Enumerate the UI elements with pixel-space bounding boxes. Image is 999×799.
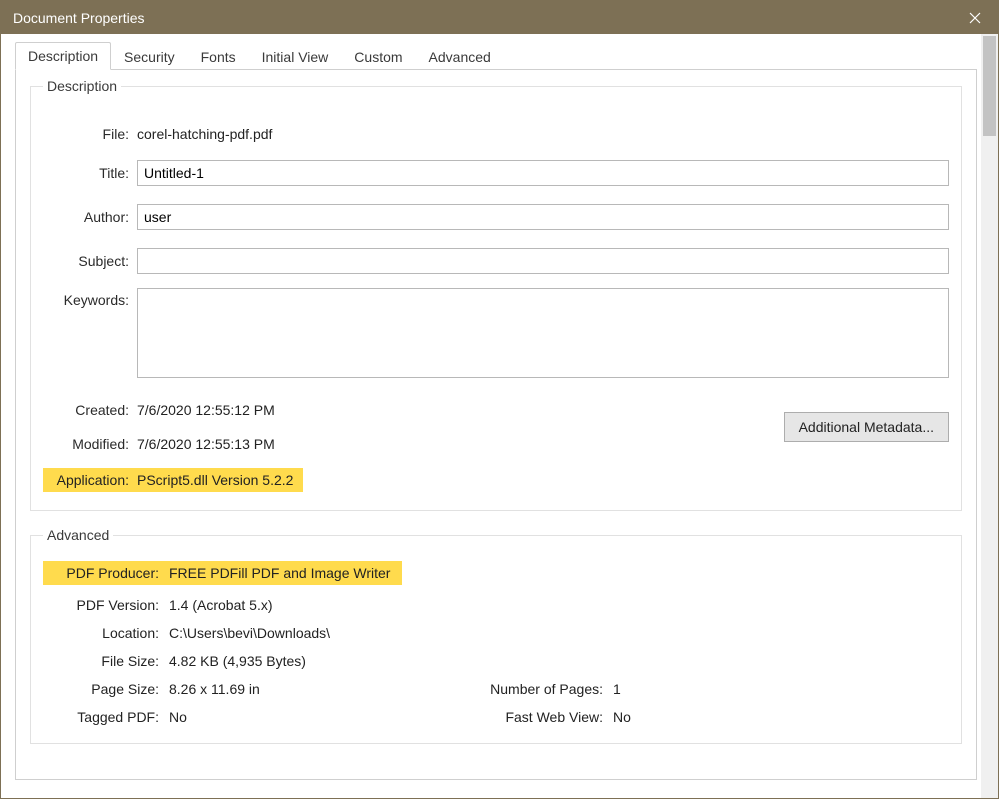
row-tagged-fastweb: Tagged PDF: No Fast Web View: No <box>43 709 949 725</box>
row-application-highlight: Application: PScript5.dll Version 5.2.2 <box>43 468 303 492</box>
row-author: Author: <box>43 204 949 230</box>
label-author: Author: <box>43 209 137 225</box>
input-title[interactable] <box>137 160 949 186</box>
label-title: Title: <box>43 165 137 181</box>
created-area: Created: 7/6/2020 12:55:12 PM Modified: … <box>43 400 949 454</box>
label-application: Application: <box>47 472 137 488</box>
label-subject: Subject: <box>43 253 137 269</box>
description-group: Description File: corel-hatching-pdf.pdf… <box>30 78 962 511</box>
close-icon <box>969 12 981 24</box>
label-producer: PDF Producer: <box>47 565 169 581</box>
value-tagged: No <box>169 709 187 725</box>
advanced-group: Advanced PDF Producer: FREE PDFill PDF a… <box>30 527 962 744</box>
row-location: Location: C:\Users\bevi\Downloads\ <box>43 625 949 641</box>
tabstrip: Description Security Fonts Initial View … <box>15 42 977 70</box>
titlebar: Document Properties <box>1 1 998 34</box>
input-subject[interactable] <box>137 248 949 274</box>
additional-metadata-button[interactable]: Additional Metadata... <box>784 412 949 442</box>
label-version: PDF Version: <box>43 597 169 613</box>
label-location: Location: <box>43 625 169 641</box>
row-title: Title: <box>43 160 949 186</box>
label-tagged: Tagged PDF: <box>43 709 169 725</box>
row-pagesize-numpages: Page Size: 8.26 x 11.69 in Number of Pag… <box>43 681 949 697</box>
label-keywords: Keywords: <box>43 288 137 308</box>
row-version: PDF Version: 1.4 (Acrobat 5.x) <box>43 597 949 613</box>
row-subject: Subject: <box>43 248 949 274</box>
value-pagesize: 8.26 x 11.69 in <box>169 681 260 697</box>
tab-security[interactable]: Security <box>111 43 188 70</box>
row-modified: Modified: 7/6/2020 12:55:13 PM <box>43 434 784 454</box>
scrollbar-thumb[interactable] <box>983 36 996 136</box>
tab-fonts[interactable]: Fonts <box>188 43 249 70</box>
tab-custom[interactable]: Custom <box>341 43 415 70</box>
value-fastweb: No <box>613 709 631 725</box>
body-area: Description Security Fonts Initial View … <box>1 34 998 798</box>
input-author[interactable] <box>137 204 949 230</box>
value-file: corel-hatching-pdf.pdf <box>137 124 949 144</box>
tab-initial-view[interactable]: Initial View <box>249 43 342 70</box>
label-filesize: File Size: <box>43 653 169 669</box>
value-version: 1.4 (Acrobat 5.x) <box>169 597 273 613</box>
vertical-scrollbar[interactable] <box>981 34 998 798</box>
tab-description[interactable]: Description <box>15 42 111 70</box>
label-pagesize: Page Size: <box>43 681 169 697</box>
value-filesize: 4.82 KB (4,935 Bytes) <box>169 653 306 669</box>
row-file: File: corel-hatching-pdf.pdf <box>43 124 949 144</box>
value-location: C:\Users\bevi\Downloads\ <box>169 625 330 641</box>
value-numpages: 1 <box>613 681 621 697</box>
value-created: 7/6/2020 12:55:12 PM <box>137 400 784 420</box>
label-fastweb: Fast Web View: <box>463 709 613 725</box>
close-button[interactable] <box>952 1 998 34</box>
label-created: Created: <box>43 402 137 418</box>
document-properties-window: Document Properties Description Security… <box>0 0 999 799</box>
input-keywords[interactable] <box>137 288 949 378</box>
value-modified: 7/6/2020 12:55:13 PM <box>137 434 784 454</box>
tab-panel-description: Description File: corel-hatching-pdf.pdf… <box>15 70 977 780</box>
label-modified: Modified: <box>43 436 137 452</box>
window-title: Document Properties <box>13 10 952 26</box>
content: Description Security Fonts Initial View … <box>1 34 981 798</box>
row-filesize: File Size: 4.82 KB (4,935 Bytes) <box>43 653 949 669</box>
tab-advanced[interactable]: Advanced <box>416 43 504 70</box>
value-application: PScript5.dll Version 5.2.2 <box>137 472 293 488</box>
advanced-legend: Advanced <box>43 527 113 543</box>
description-legend: Description <box>43 78 121 94</box>
value-producer: FREE PDFill PDF and Image Writer <box>169 565 390 581</box>
row-keywords: Keywords: <box>43 288 949 378</box>
label-numpages: Number of Pages: <box>463 681 613 697</box>
label-file: File: <box>43 126 137 142</box>
row-producer-highlight: PDF Producer: FREE PDFill PDF and Image … <box>43 561 402 585</box>
row-created: Created: 7/6/2020 12:55:12 PM <box>43 400 784 420</box>
